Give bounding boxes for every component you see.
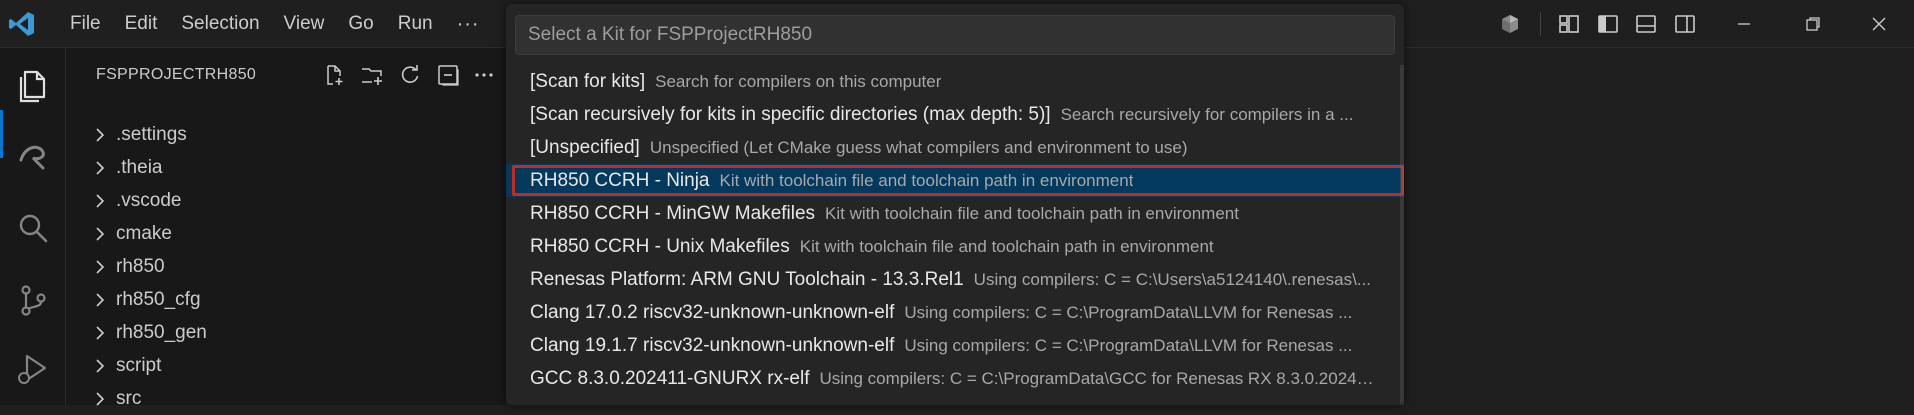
activity-bar: [0, 48, 66, 405]
folder-name: cmake: [116, 222, 172, 244]
kit-description: Search for compilers on this computer: [655, 71, 942, 91]
kit-description: Using compilers: C = C:\ProgramData\LLVM…: [904, 335, 1353, 355]
chevron-right-icon: [96, 226, 105, 241]
kit-label: Renesas Platform: ARM GNU Toolchain - 13…: [530, 268, 964, 290]
search-icon[interactable]: [13, 208, 53, 248]
layout-icon[interactable]: [1557, 12, 1581, 36]
active-indicator: [0, 110, 3, 158]
title-divider: [1540, 12, 1541, 36]
kit-description: Search recursively for compilers in a ..…: [1060, 104, 1354, 124]
kit-description: Kit with toolchain file and toolchain pa…: [719, 170, 1134, 190]
kit-label: RH850 CCRH - MinGW Makefiles: [530, 202, 816, 224]
chevron-right-icon: [96, 160, 105, 175]
menu-selection[interactable]: Selection: [169, 0, 271, 48]
close-icon: [1872, 17, 1886, 31]
kit-option[interactable]: [Scan recursively for kits in specific d…: [506, 98, 1404, 131]
kit-option[interactable]: Renesas Platform: ARM GNU Toolchain - 13…: [506, 263, 1404, 296]
menu-more[interactable]: ···: [445, 0, 492, 48]
chevron-right-icon: [96, 193, 105, 208]
vscode-logo[interactable]: [8, 10, 36, 38]
run-debug-icon[interactable]: [13, 348, 53, 388]
folder-name: rh850_gen: [116, 321, 207, 343]
kit-description: Using compilers: C = C:\ProgramData\GCC …: [819, 368, 1380, 388]
kit-search-input[interactable]: [515, 15, 1395, 55]
kit-quick-pick: [Scan for kits] Search for compilers on t…: [506, 4, 1404, 405]
tree-folder[interactable]: script: [66, 349, 506, 382]
explorer-icon[interactable]: [13, 64, 53, 104]
kit-label: [Unspecified]: [530, 136, 640, 158]
chevron-right-icon: [96, 292, 105, 307]
source-control-icon[interactable]: [13, 280, 53, 320]
panel-icon[interactable]: [1634, 12, 1658, 36]
copilot-icon[interactable]: [1498, 12, 1522, 36]
menu-edit[interactable]: Edit: [113, 0, 170, 48]
kit-label: Clang 19.1.7 riscv32-unknown-unknown-elf: [530, 334, 895, 356]
chevron-right-icon: [96, 391, 105, 406]
sidebar-right-icon[interactable]: [1673, 12, 1697, 36]
kit-option-selected[interactable]: RH850 CCRH - Ninja Kit with toolchain fil…: [506, 164, 1404, 197]
collapse-all-icon[interactable]: [436, 63, 460, 87]
maximize-icon: [1806, 17, 1820, 31]
explorer-title: FSPPROJECTRH850: [96, 66, 257, 83]
tree-folder[interactable]: src: [66, 382, 506, 415]
menu-run[interactable]: Run: [386, 0, 445, 48]
file-tree: .settings .theia .vscode cmake rh850 rh8…: [66, 118, 506, 415]
close-button[interactable]: [1844, 0, 1914, 48]
folder-name: rh850_cfg: [116, 288, 201, 310]
menu-go[interactable]: Go: [336, 0, 385, 48]
folder-name: .theia: [116, 156, 163, 178]
chevron-right-icon: [96, 325, 105, 340]
kit-description: Kit with toolchain file and toolchain pa…: [799, 236, 1214, 256]
tree-folder[interactable]: rh850_gen: [66, 316, 506, 349]
tree-folder[interactable]: .vscode: [66, 184, 506, 217]
kit-description: Unspecified (Let CMake guess what compil…: [649, 137, 1188, 157]
tree-folder[interactable]: cmake: [66, 217, 506, 250]
folder-name: rh850: [116, 255, 165, 277]
kit-label: RH850 CCRH - Unix Makefiles: [530, 235, 790, 257]
chevron-right-icon: [96, 259, 105, 274]
minimize-icon: [1738, 23, 1750, 25]
more-actions-icon[interactable]: [472, 63, 496, 87]
kit-option[interactable]: RH850 CCRH - MinGW Makefiles Kit with too…: [506, 197, 1404, 230]
kit-option[interactable]: GCC 8.3.0.202411-GNURX rx-elf Using compi…: [506, 362, 1404, 395]
kit-label: RH850 CCRH - Ninja: [530, 169, 710, 191]
tree-folder[interactable]: rh850_cfg: [66, 283, 506, 316]
chevron-right-icon: [96, 358, 105, 373]
kit-description: Using compilers: C = C:\Users\a5124140\.…: [973, 269, 1371, 289]
chevron-right-icon: [96, 127, 105, 142]
kit-option[interactable]: RH850 CCRH - Unix Makefiles Kit with tool…: [506, 230, 1404, 263]
kit-option[interactable]: Clang 19.1.7 riscv32-unknown-unknown-elf…: [506, 329, 1404, 362]
kit-label: GCC 8.3.0.202411-GNURX rx-elf: [530, 367, 810, 389]
kit-list-scrollbar[interactable]: [1400, 65, 1404, 405]
menu-view[interactable]: View: [272, 0, 337, 48]
new-file-icon[interactable]: [322, 63, 346, 87]
explorer-panel: FSPPROJECTRH850 .settings .theia .vscode…: [66, 48, 506, 409]
minimize-button[interactable]: [1709, 0, 1779, 48]
kit-description: Using compilers: C = C:\ProgramData\LLVM…: [904, 302, 1353, 322]
kit-label: Clang 17.0.2 riscv32-unknown-unknown-elf: [530, 301, 895, 323]
folder-name: .settings: [116, 123, 187, 145]
folder-name: .vscode: [116, 189, 182, 211]
folder-name: script: [116, 354, 162, 376]
kit-list: [Scan for kits] Search for compilers on t…: [506, 65, 1404, 395]
kit-option[interactable]: Clang 17.0.2 riscv32-unknown-unknown-elf…: [506, 296, 1404, 329]
maximize-button[interactable]: [1778, 0, 1848, 48]
remote-explorer-icon[interactable]: [13, 136, 53, 176]
folder-name: src: [116, 387, 142, 409]
menu-bar: File Edit Selection View Go Run ···: [58, 0, 492, 48]
tree-folder[interactable]: .settings: [66, 118, 506, 151]
menu-file[interactable]: File: [58, 0, 113, 48]
kit-option[interactable]: [Scan for kits] Search for compilers on t…: [506, 65, 1404, 98]
kit-option[interactable]: [Unspecified] Unspecified (Let CMake gues…: [506, 131, 1404, 164]
kit-label: [Scan for kits]: [530, 70, 646, 92]
sidebar-left-icon[interactable]: [1596, 12, 1620, 36]
tree-folder[interactable]: rh850: [66, 250, 506, 283]
tree-folder[interactable]: .theia: [66, 151, 506, 184]
kit-label: [Scan recursively for kits in specific d…: [530, 103, 1051, 125]
refresh-icon[interactable]: [398, 63, 422, 87]
kit-description: Kit with toolchain file and toolchain pa…: [825, 203, 1239, 223]
new-folder-icon[interactable]: [360, 63, 384, 87]
